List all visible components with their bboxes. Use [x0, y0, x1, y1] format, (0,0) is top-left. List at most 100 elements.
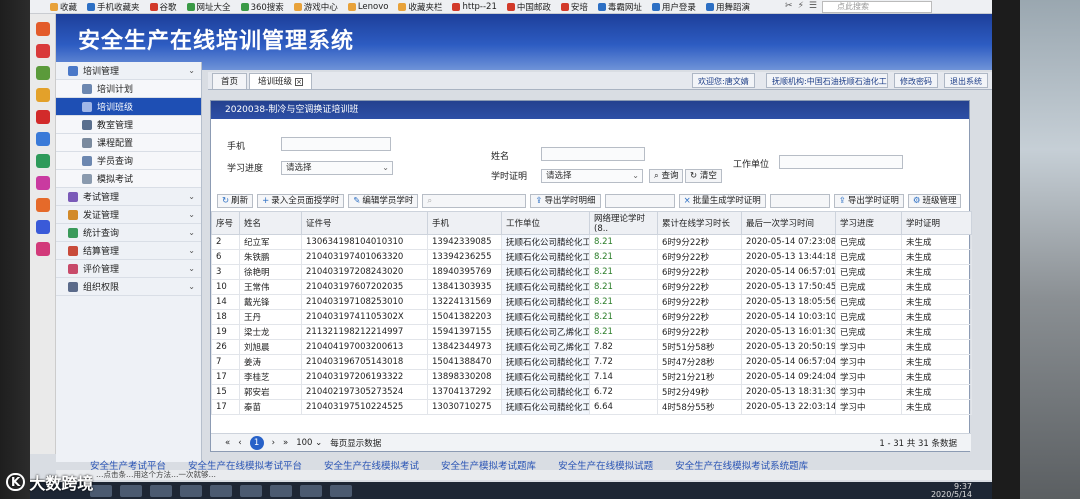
bookmark-item[interactable]: 网址大全 — [186, 1, 231, 13]
logout-button[interactable]: 退出系统 — [944, 73, 988, 88]
nav-group-evaluation[interactable]: 评价管理 ⌄ — [56, 260, 201, 278]
bookmark-item[interactable]: 毒霸网址 — [597, 1, 642, 13]
app-icon[interactable] — [35, 154, 50, 168]
app-icon[interactable] — [35, 22, 50, 36]
export-cert-button[interactable]: ⇪ 导出学时证明 — [833, 194, 904, 208]
table-row[interactable]: 10 王常伟 210403197607202035 13841303935 抚顺石化公司… — [211, 279, 972, 295]
table-row[interactable]: 7 姜涛 210403196705143018 15041388470 抚顺石化公司腈纶… — [211, 354, 972, 370]
disabled-button[interactable] — [604, 194, 675, 208]
nav-group-stats[interactable]: 统计查询 ⌄ — [56, 224, 201, 242]
app-icon[interactable] — [35, 198, 50, 212]
nav-group-permissions[interactable]: 组织权限 ⌄ — [56, 278, 201, 296]
prev-page-icon[interactable]: ‹ — [238, 438, 241, 448]
last-page-icon[interactable]: » — [283, 438, 288, 448]
taskbar-app[interactable] — [180, 484, 202, 497]
table-row[interactable]: 15 郭安岩 210402197305273524 13704137292 抚顺石化公司… — [211, 384, 972, 400]
table-row[interactable]: 18 王丹 21040319741105302X 15041382203 抚顺石化公司腈… — [211, 309, 972, 325]
edit-hours-button[interactable]: ✎ 编辑学员学时 — [348, 194, 419, 208]
flash-icon[interactable]: ⚡ — [798, 1, 804, 11]
first-page-icon[interactable]: « — [225, 438, 230, 448]
bookmark-item[interactable]: 收藏 — [50, 1, 77, 13]
nav-item-course-config[interactable]: 课程配置 — [56, 134, 201, 152]
app-icon[interactable] — [35, 88, 50, 102]
table-row[interactable]: 26 刘旭晨 210404197003200613 13842344973 抚顺石化公司… — [211, 339, 972, 355]
taskbar-app[interactable] — [330, 484, 352, 497]
nav-group-cert[interactable]: 发证管理 ⌄ — [56, 206, 201, 224]
nav-item-classroom[interactable]: 教室管理 — [56, 116, 201, 134]
app-icon[interactable] — [35, 176, 50, 190]
table-row[interactable]: 19 梁士龙 211321198212214997 15941397155 抚顺石化公司… — [211, 324, 972, 340]
table-row[interactable]: 6 朱铁鹏 210403197401063320 13394236255 抚顺石化公司腈… — [211, 249, 972, 265]
clear-button[interactable]: ↻ 清空 — [685, 169, 722, 183]
col-header[interactable]: 手机 — [427, 211, 502, 235]
app-icon[interactable] — [35, 66, 50, 80]
refresh-button[interactable]: ↻ 刷新 — [217, 194, 254, 208]
batch-generate-button[interactable]: × 批量生成学时证明 — [678, 194, 766, 208]
nav-group-training[interactable]: 培训管理 ⌄ — [56, 62, 201, 80]
change-password-button[interactable]: 修改密码 — [894, 73, 938, 88]
taskbar-app[interactable] — [210, 484, 232, 497]
app-icon[interactable] — [35, 242, 50, 256]
col-header[interactable]: 证件号 — [301, 211, 428, 235]
menu-icon[interactable]: ☰ — [809, 1, 817, 11]
disabled-button[interactable]: ⌕ — [422, 194, 527, 208]
work-unit-input[interactable] — [779, 155, 903, 169]
col-header[interactable]: 工作单位 — [501, 211, 590, 235]
export-hours-button[interactable]: ⇪ 导出学时明细 — [530, 194, 601, 208]
taskbar-app[interactable] — [120, 484, 142, 497]
close-icon[interactable]: × — [295, 78, 304, 86]
col-header[interactable]: 学时证明 — [901, 211, 972, 235]
progress-select[interactable]: 请选择 ⌄ — [281, 161, 393, 175]
name-input[interactable] — [541, 147, 645, 161]
weibo-icon[interactable] — [35, 44, 50, 58]
taskbar-app[interactable] — [150, 484, 172, 497]
bookmark-item[interactable]: Lenovo — [347, 2, 388, 12]
tab-home[interactable]: 首页 — [212, 73, 248, 89]
bookmark-item[interactable]: http--21 — [452, 2, 497, 12]
app-icon[interactable] — [35, 220, 50, 234]
query-button[interactable]: ⌕ 查询 — [649, 169, 684, 183]
app-icon[interactable] — [35, 110, 50, 124]
col-header[interactable]: 序号 — [211, 211, 240, 235]
browser-search-input[interactable]: 点此搜索 — [822, 1, 932, 13]
current-page[interactable]: 1 — [249, 435, 264, 450]
table-row[interactable]: 14 戴光锋 210403197108253010 13224131569 抚顺石化公司… — [211, 294, 972, 310]
taskbar-clock[interactable]: 9:37 2020/5/14 — [931, 482, 972, 499]
nav-item-student-query[interactable]: 学员查询 — [56, 152, 201, 170]
nav-item-training-class[interactable]: 培训班级 — [56, 98, 201, 116]
phone-input[interactable] — [281, 137, 391, 151]
class-management-button[interactable]: ⚙ 班级管理 — [907, 194, 962, 208]
app-icon[interactable] — [35, 132, 50, 146]
bookmark-item[interactable]: 安培 — [560, 1, 588, 13]
nav-group-settlement[interactable]: 结算管理 ⌄ — [56, 242, 201, 260]
taskbar-app[interactable] — [270, 484, 292, 497]
scissors-icon[interactable]: ✂ — [785, 1, 793, 11]
bookmark-item[interactable]: 用户登录 — [651, 1, 696, 13]
table-row[interactable]: 2 纪立军 130634198104010310 13942339085 抚顺石化公司腈… — [211, 234, 972, 250]
next-page-icon[interactable]: › — [272, 438, 275, 448]
hours-cert-select[interactable]: 请选择 ⌄ — [541, 169, 643, 183]
table-row[interactable]: 17 秦苗 210403197510224525 13030710275 抚顺石化公司腈… — [211, 399, 972, 415]
col-header[interactable]: 累计在线学习时长 — [657, 211, 742, 235]
enroll-hours-button[interactable]: + 录入全员面授学时 — [257, 194, 345, 208]
bookmark-item[interactable]: 中国邮政 — [506, 1, 551, 13]
bookmark-item[interactable]: 360搜索 — [240, 1, 284, 13]
bookmark-item[interactable]: 谷歌 — [149, 1, 177, 13]
col-header[interactable]: 学习进度 — [835, 211, 902, 235]
bookmark-item[interactable]: 游戏中心 — [293, 1, 338, 13]
nav-group-exam[interactable]: 考试管理 ⌄ — [56, 188, 201, 206]
nav-item-mock-exam[interactable]: 模拟考试 — [56, 170, 201, 188]
bookmark-item[interactable]: 用舞蹈演 — [705, 1, 750, 13]
bookmark-item[interactable]: 收藏夹栏 — [398, 1, 442, 13]
table-row[interactable]: 17 李桂芝 210403197206193322 13898330208 抚顺石化公司… — [211, 369, 972, 385]
bookmark-item[interactable]: 手机收藏夹 — [87, 1, 140, 13]
taskbar-app[interactable] — [300, 484, 322, 497]
taskbar-app[interactable] — [240, 484, 262, 497]
disabled-button[interactable] — [769, 194, 830, 208]
tab-training-class[interactable]: 培训班级 × — [249, 73, 313, 89]
table-row[interactable]: 3 徐艳明 210403197208243020 18940395769 抚顺石化公司腈… — [211, 264, 972, 280]
col-header[interactable]: 姓名 — [239, 211, 302, 235]
page-size-select[interactable]: 100 ⌄ — [296, 438, 322, 448]
col-header[interactable]: 最后一次学习时间 — [741, 211, 836, 235]
nav-item-training-plan[interactable]: 培训计划 — [56, 80, 201, 98]
